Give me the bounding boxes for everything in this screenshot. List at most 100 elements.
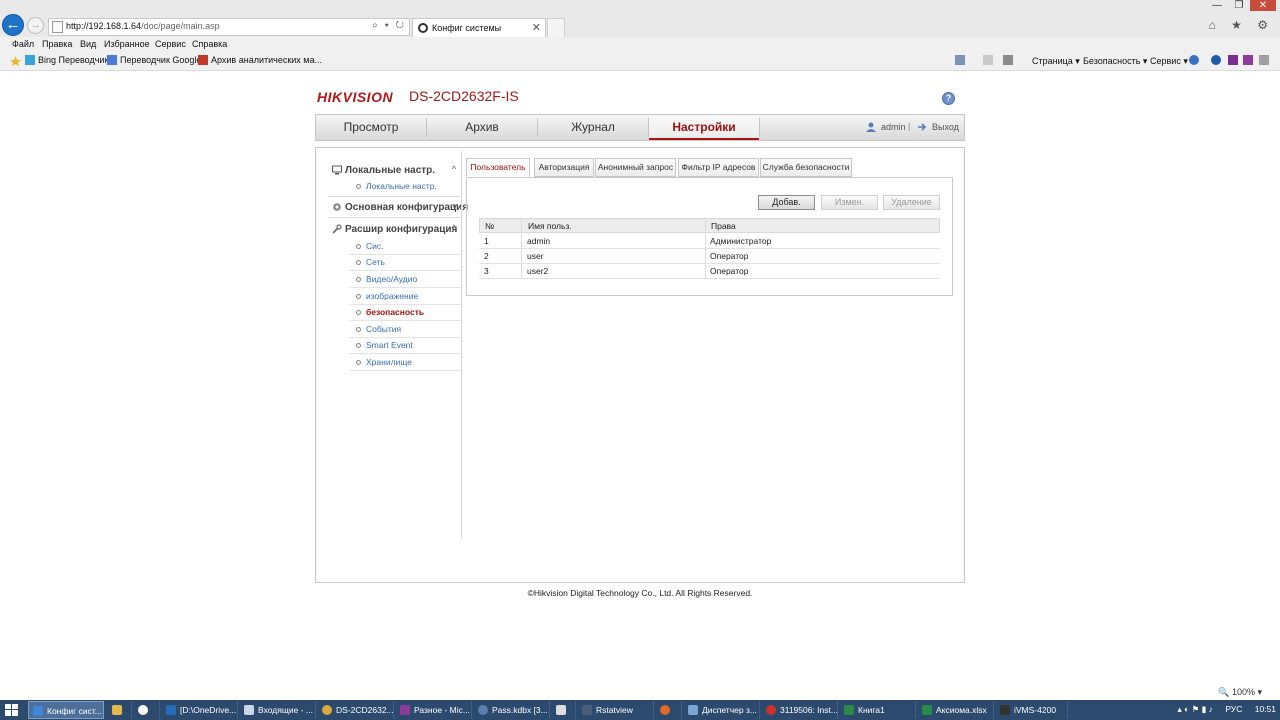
logout-icon[interactable]	[917, 122, 928, 132]
menu-help[interactable]: Справка	[192, 39, 227, 49]
cmd-tools[interactable]: Сервис ▾	[1150, 56, 1188, 67]
sidebar-item-label: Хранилище	[366, 357, 412, 367]
tab-close-icon[interactable]: ✕	[532, 21, 541, 34]
taskbar-item-keepass[interactable]: Pass.kdbx [3...	[474, 701, 550, 719]
sidebar-item-smart-event[interactable]: Smart Event	[350, 338, 461, 354]
address-url[interactable]: http://192.168.1.64/doc/page/main.asp	[66, 21, 220, 31]
favorites-star-icon[interactable]	[10, 56, 21, 66]
taskbar-item-excel-book1[interactable]: Книга1	[840, 701, 916, 719]
taskbar-item-onedrive[interactable]: [D:\OneDrive...	[162, 701, 238, 719]
taskbar-item-ie[interactable]: Конфиг сист...	[28, 701, 104, 719]
sidebar-item-events[interactable]: События	[350, 322, 461, 338]
onenote-icon[interactable]	[1228, 55, 1238, 65]
browser-tab[interactable]: Конфиг системы ✕	[412, 18, 546, 37]
new-tab-button[interactable]	[547, 18, 565, 37]
sidebar-item-storage[interactable]: Хранилище	[350, 355, 461, 371]
menu-file[interactable]: Файл	[12, 39, 34, 49]
taskbar-item-onenote[interactable]: Разное - Mic...	[396, 701, 472, 719]
cmd-security[interactable]: Безопасность ▾	[1083, 56, 1147, 67]
table-row[interactable]: 3 user2 Оператор	[479, 264, 940, 279]
zoom-level[interactable]: 🔍 100% ▾	[1218, 687, 1262, 698]
sidebar-item-video-audio[interactable]: Видео/Аудио	[350, 272, 461, 288]
taskbar-label: Входящие - ...	[258, 705, 313, 715]
taskbar-item-hp[interactable]	[134, 701, 160, 719]
back-button[interactable]: ←	[2, 14, 24, 36]
restore-button[interactable]: ❐	[1228, 0, 1250, 11]
tab-anonymous-visit[interactable]: Анонимный запрос	[595, 158, 676, 177]
help-icon[interactable]: ?	[942, 92, 955, 105]
tray-icons[interactable]: ▴ ◐ ⚑ ▮ ♪	[1178, 704, 1213, 714]
taskbar-label: DS-2CD2632...	[336, 705, 394, 715]
taskbar-item-task-manager[interactable]: Диспетчер з...	[684, 701, 760, 719]
modify-user-button[interactable]: Измен.	[821, 195, 878, 210]
nav-configuration[interactable]: Настройки	[649, 115, 759, 140]
tab-security-service[interactable]: Служба безопасности	[760, 158, 852, 177]
cmd-page[interactable]: Страница ▾	[1032, 56, 1080, 67]
nav-playback[interactable]: Архив	[427, 115, 537, 140]
fav-google-translator[interactable]: Переводчик Google	[107, 55, 201, 65]
tab-ip-filter[interactable]: Фильтр IP адресов	[678, 158, 759, 177]
address-bar[interactable]: http://192.168.1.64/doc/page/main.asp ⌕ …	[48, 18, 410, 36]
table-row[interactable]: 2 user Оператор	[479, 249, 940, 264]
table-row[interactable]: 1 admin Администратор	[479, 234, 940, 249]
taskbar-label: Разное - Mic...	[414, 705, 470, 715]
tab-user[interactable]: Пользователь	[466, 158, 530, 177]
fav-archive[interactable]: Архив аналитических ма...	[198, 55, 322, 65]
google-icon	[107, 55, 117, 65]
taskbar-item-opera[interactable]: 3119506: Inst...	[762, 701, 838, 719]
sidebar-item-system[interactable]: Сис.	[350, 239, 461, 255]
menu-view[interactable]: Вид	[80, 39, 96, 49]
taskbar-item-inbox[interactable]: Входящие - ...	[240, 701, 316, 719]
sidebar-item-security[interactable]: безопасность	[350, 305, 461, 321]
hp-icon	[138, 705, 148, 715]
delete-user-button[interactable]: Удаление	[883, 195, 940, 210]
taskbar-label: Pass.kdbx [3...	[492, 705, 548, 715]
mail-icon[interactable]	[983, 55, 993, 65]
nav-log[interactable]: Журнал	[538, 115, 648, 140]
sidebar-item-label: События	[366, 324, 402, 334]
copyright-footer: ©Hikvision Digital Technology Co., Ltd. …	[527, 588, 753, 598]
taskbar-item-excel-axioma[interactable]: Аксиома.xlsx	[918, 701, 994, 719]
taskbar-item-explorer[interactable]	[108, 701, 132, 719]
extension-icon[interactable]	[1259, 55, 1269, 65]
sidebar-item-image[interactable]: изображение	[350, 289, 461, 305]
help-icon[interactable]	[1189, 55, 1199, 65]
cell-username: user	[527, 251, 544, 261]
excel-icon	[844, 705, 854, 715]
sidebar-group-label: Основная конфигурация	[345, 202, 469, 213]
onenote-send-icon[interactable]	[1243, 55, 1253, 65]
onenote-icon	[400, 705, 410, 715]
print-icon[interactable]	[1003, 55, 1013, 65]
menu-tools[interactable]: Сервис	[155, 39, 186, 49]
language-indicator[interactable]: РУС	[1225, 704, 1242, 714]
sidebar-group-advanced[interactable]: Расшир конфигурация ^	[330, 221, 461, 239]
address-tools[interactable]: ⌕ ▾ ↻	[372, 20, 406, 31]
minimize-button[interactable]: —	[1206, 0, 1228, 11]
windows-start-icon[interactable]	[5, 704, 18, 716]
sidebar-divider	[461, 151, 462, 539]
forward-button[interactable]: →	[27, 17, 44, 34]
taskbar-item-rstatview[interactable]: Rstatview	[578, 701, 654, 719]
sidebar-group-basic[interactable]: Основная конфигурация v	[330, 199, 468, 217]
taskbar-item-app[interactable]	[552, 701, 576, 719]
taskbar-label: Конфиг сист...	[47, 706, 102, 716]
browser-right-icons[interactable]: ⌂ ★ ⚙	[1209, 18, 1274, 32]
hp-icon[interactable]	[1211, 55, 1221, 65]
taskbar-item-ivms[interactable]: iVMS-4200	[996, 701, 1068, 719]
tab-authentication[interactable]: Авторизация	[534, 158, 594, 177]
sidebar-group-local[interactable]: Локальные настр. ^	[330, 162, 461, 180]
add-user-button[interactable]: Добав.	[758, 195, 815, 210]
menu-edit[interactable]: Правка	[42, 39, 72, 49]
logout-link[interactable]: Выход	[932, 122, 959, 132]
sidebar-item-local-settings[interactable]: Локальные настр.	[350, 179, 461, 195]
sidebar-item-network[interactable]: Сеть	[350, 255, 461, 271]
close-button[interactable]: ✕	[1250, 0, 1276, 11]
fav-bing-translator[interactable]: Bing Переводчик	[25, 55, 108, 65]
clock[interactable]: 10:51	[1255, 704, 1276, 714]
home-page-icon[interactable]	[955, 55, 965, 65]
nav-live-view[interactable]: Просмотр	[316, 115, 426, 140]
wrench-icon	[332, 224, 342, 234]
menu-favorites[interactable]: Избранное	[104, 39, 150, 49]
taskbar-item-chrome[interactable]: DS-2CD2632...	[318, 701, 394, 719]
taskbar-item-firefox[interactable]	[656, 701, 682, 719]
